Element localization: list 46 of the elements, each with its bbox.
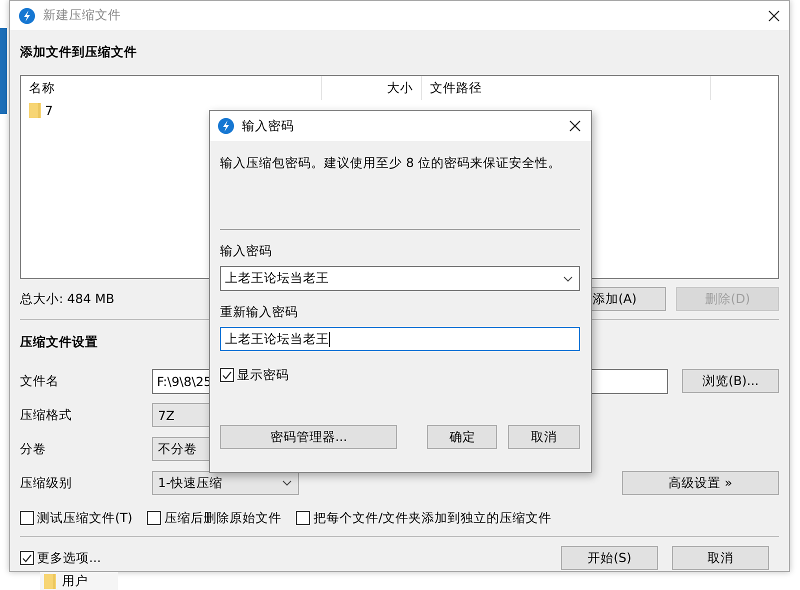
chevron-down-icon [563,276,573,282]
folder-icon [44,574,56,588]
dropdown[interactable]: 1-快速压缩 [152,471,299,495]
advanced-settings-button[interactable]: 高级设置 » [622,471,779,495]
show-password-checkbox[interactable]: 显示密码 [220,366,289,384]
option-checkbox[interactable]: 测试压缩文件(T) [20,510,132,526]
checkbox[interactable] [220,368,234,382]
checkmark-icon [22,554,32,562]
dialog-message: 输入压缩包密码。建议使用至少 8 位的密码来保证安全性。 [220,154,562,172]
checkmark-icon [222,370,232,380]
option-checkbox[interactable]: 压缩后删除原始文件 [147,510,282,526]
field-label: 压缩级别 [20,474,73,492]
bolt-icon [19,8,35,24]
chevron-down-icon [282,480,292,486]
option-checkbox[interactable]: 把每个文件/文件夹添加到独立的压缩文件 [296,510,552,526]
file-name: 7 [45,102,53,118]
close-icon[interactable] [569,120,581,132]
total-size: 总大小: 484 MB [20,290,114,308]
field-label: 重新输入密码 [220,303,299,321]
dialog-title: 输入密码 [242,118,295,134]
more-options-checkbox[interactable]: 更多选项... [20,550,101,566]
column-header[interactable]: 文件路径 [422,76,711,100]
window-title: 新建压缩文件 [43,7,122,24]
footer-button[interactable]: 取消 [672,546,769,570]
field-label: 文件名 [20,372,60,390]
close-icon[interactable] [768,10,780,22]
bolt-icon [218,118,234,134]
browse-button[interactable]: 浏览(B)... [682,369,779,393]
password-manager-button[interactable]: 密码管理器... [220,425,398,449]
checkbox[interactable] [20,511,34,525]
column-header[interactable]: 大小 [322,76,422,100]
field-label: 压缩格式 [20,406,73,424]
password-field[interactable]: 上老王论坛当老王 [220,266,580,291]
folder-icon [29,102,41,118]
confirm-password-field[interactable]: 上老王论坛当老王 [220,327,580,351]
section-heading: 压缩文件设置 [20,334,98,350]
checkbox[interactable] [147,511,162,525]
field-label: 输入密码 [220,242,273,260]
checkbox[interactable] [296,511,310,525]
section-heading: 添加文件到压缩文件 [20,44,137,61]
field-label: 分卷 [20,440,47,458]
cancel-button[interactable]: 取消 [508,425,580,449]
footer-button[interactable]: 开始(S) [561,546,658,570]
column-header[interactable]: 名称 [21,76,322,100]
checkbox[interactable] [20,551,34,565]
ok-button[interactable]: 确定 [427,425,498,449]
